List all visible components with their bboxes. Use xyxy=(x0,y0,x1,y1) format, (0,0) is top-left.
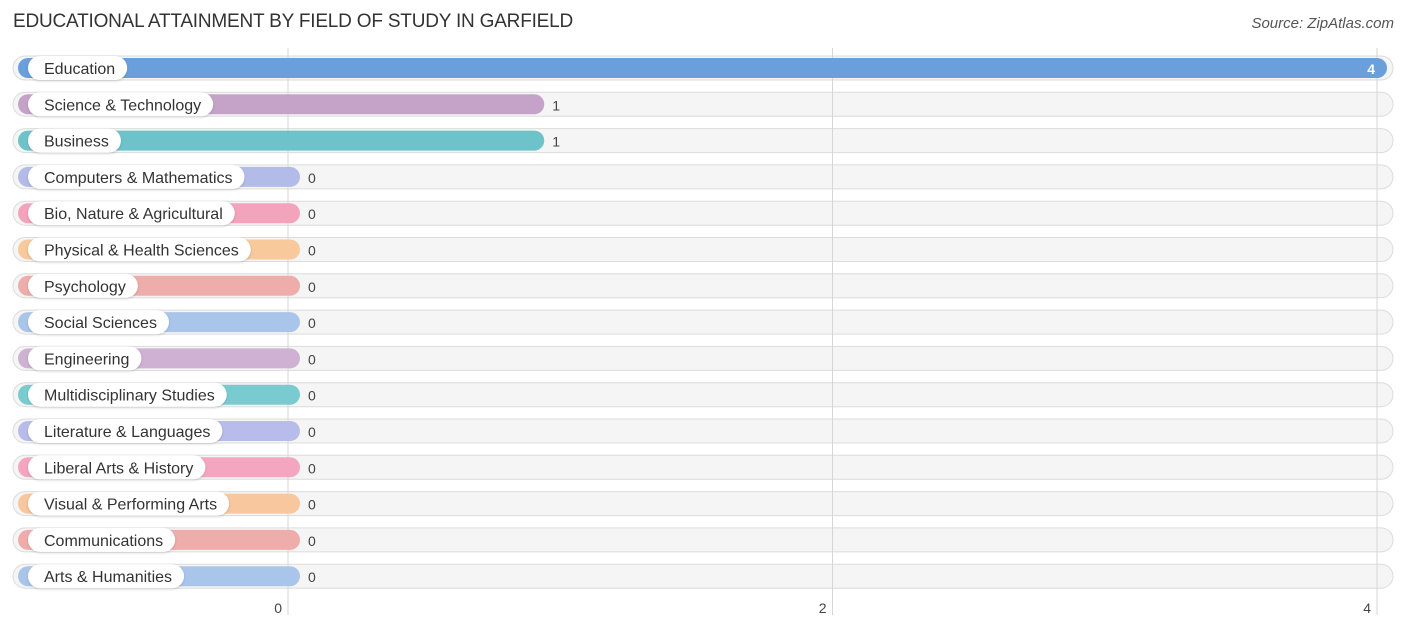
value-label: 1 xyxy=(552,134,560,150)
bar-chart: Education 4 Science & Technology 1 Business 1… xyxy=(12,48,1394,616)
category-label: Literature & Languages xyxy=(44,424,210,441)
category-label: Arts & Humanities xyxy=(44,569,172,586)
category-label: Bio, Nature & Agricultural xyxy=(44,206,223,223)
category-label: Communications xyxy=(44,533,163,550)
bar-row: Physical & Health Sciences 0 xyxy=(18,237,316,262)
value-label: 0 xyxy=(308,424,316,440)
x-tick-label: 2 xyxy=(819,600,827,616)
category-label: Liberal Arts & History xyxy=(44,460,193,477)
bar-row: Arts & Humanities 0 xyxy=(18,564,316,589)
category-label: Science & Technology xyxy=(44,97,201,114)
value-label: 1 xyxy=(552,97,560,113)
value-label: 0 xyxy=(308,279,316,295)
x-axis-ticks: 0 2 4 xyxy=(274,600,1371,616)
category-label: Visual & Performing Arts xyxy=(44,497,217,514)
bar-row: Engineering 0 xyxy=(18,346,316,371)
bar-row: Business 1 xyxy=(18,128,560,153)
bar-row: Literature & Languages 0 xyxy=(18,419,316,443)
bar-row: Bio, Nature & Agricultural 0 xyxy=(18,201,316,226)
bar-row: Visual & Performing Arts 0 xyxy=(18,491,316,516)
value-label: 0 xyxy=(308,497,316,513)
value-label: 0 xyxy=(308,315,316,331)
bar-row: Liberal Arts & History 0 xyxy=(18,455,316,480)
value-label: 0 xyxy=(308,243,316,259)
value-label: 0 xyxy=(308,351,316,367)
category-label: Multidisciplinary Studies xyxy=(44,388,215,405)
bar-row: Computers & Mathematics 0 xyxy=(18,164,316,189)
bar[interactable] xyxy=(18,58,1387,78)
value-label: 0 xyxy=(308,170,316,186)
bar-row: Social Sciences 0 xyxy=(18,310,316,335)
value-label: 0 xyxy=(308,569,316,585)
value-label: 0 xyxy=(308,388,316,404)
x-tick-label: 4 xyxy=(1363,600,1371,616)
x-tick-label: 0 xyxy=(274,600,282,616)
category-label: Education xyxy=(44,61,115,78)
category-label: Business xyxy=(44,134,109,151)
value-label: 0 xyxy=(308,460,316,476)
category-label: Engineering xyxy=(44,351,129,368)
bar-row: Science & Technology 1 xyxy=(18,92,560,117)
value-label: 0 xyxy=(308,533,316,549)
bar-row: Multidisciplinary Studies 0 xyxy=(18,382,316,407)
value-label: 0 xyxy=(308,206,316,222)
bar-row: Psychology 0 xyxy=(18,273,316,298)
category-label: Psychology xyxy=(44,279,126,296)
category-label: Social Sciences xyxy=(44,315,157,332)
category-label: Computers & Mathematics xyxy=(44,170,233,187)
bar-row: Communications 0 xyxy=(18,527,316,552)
category-label: Physical & Health Sciences xyxy=(44,243,239,260)
value-label: 4 xyxy=(1367,61,1375,77)
bar-row: Education 4 xyxy=(18,56,1387,80)
